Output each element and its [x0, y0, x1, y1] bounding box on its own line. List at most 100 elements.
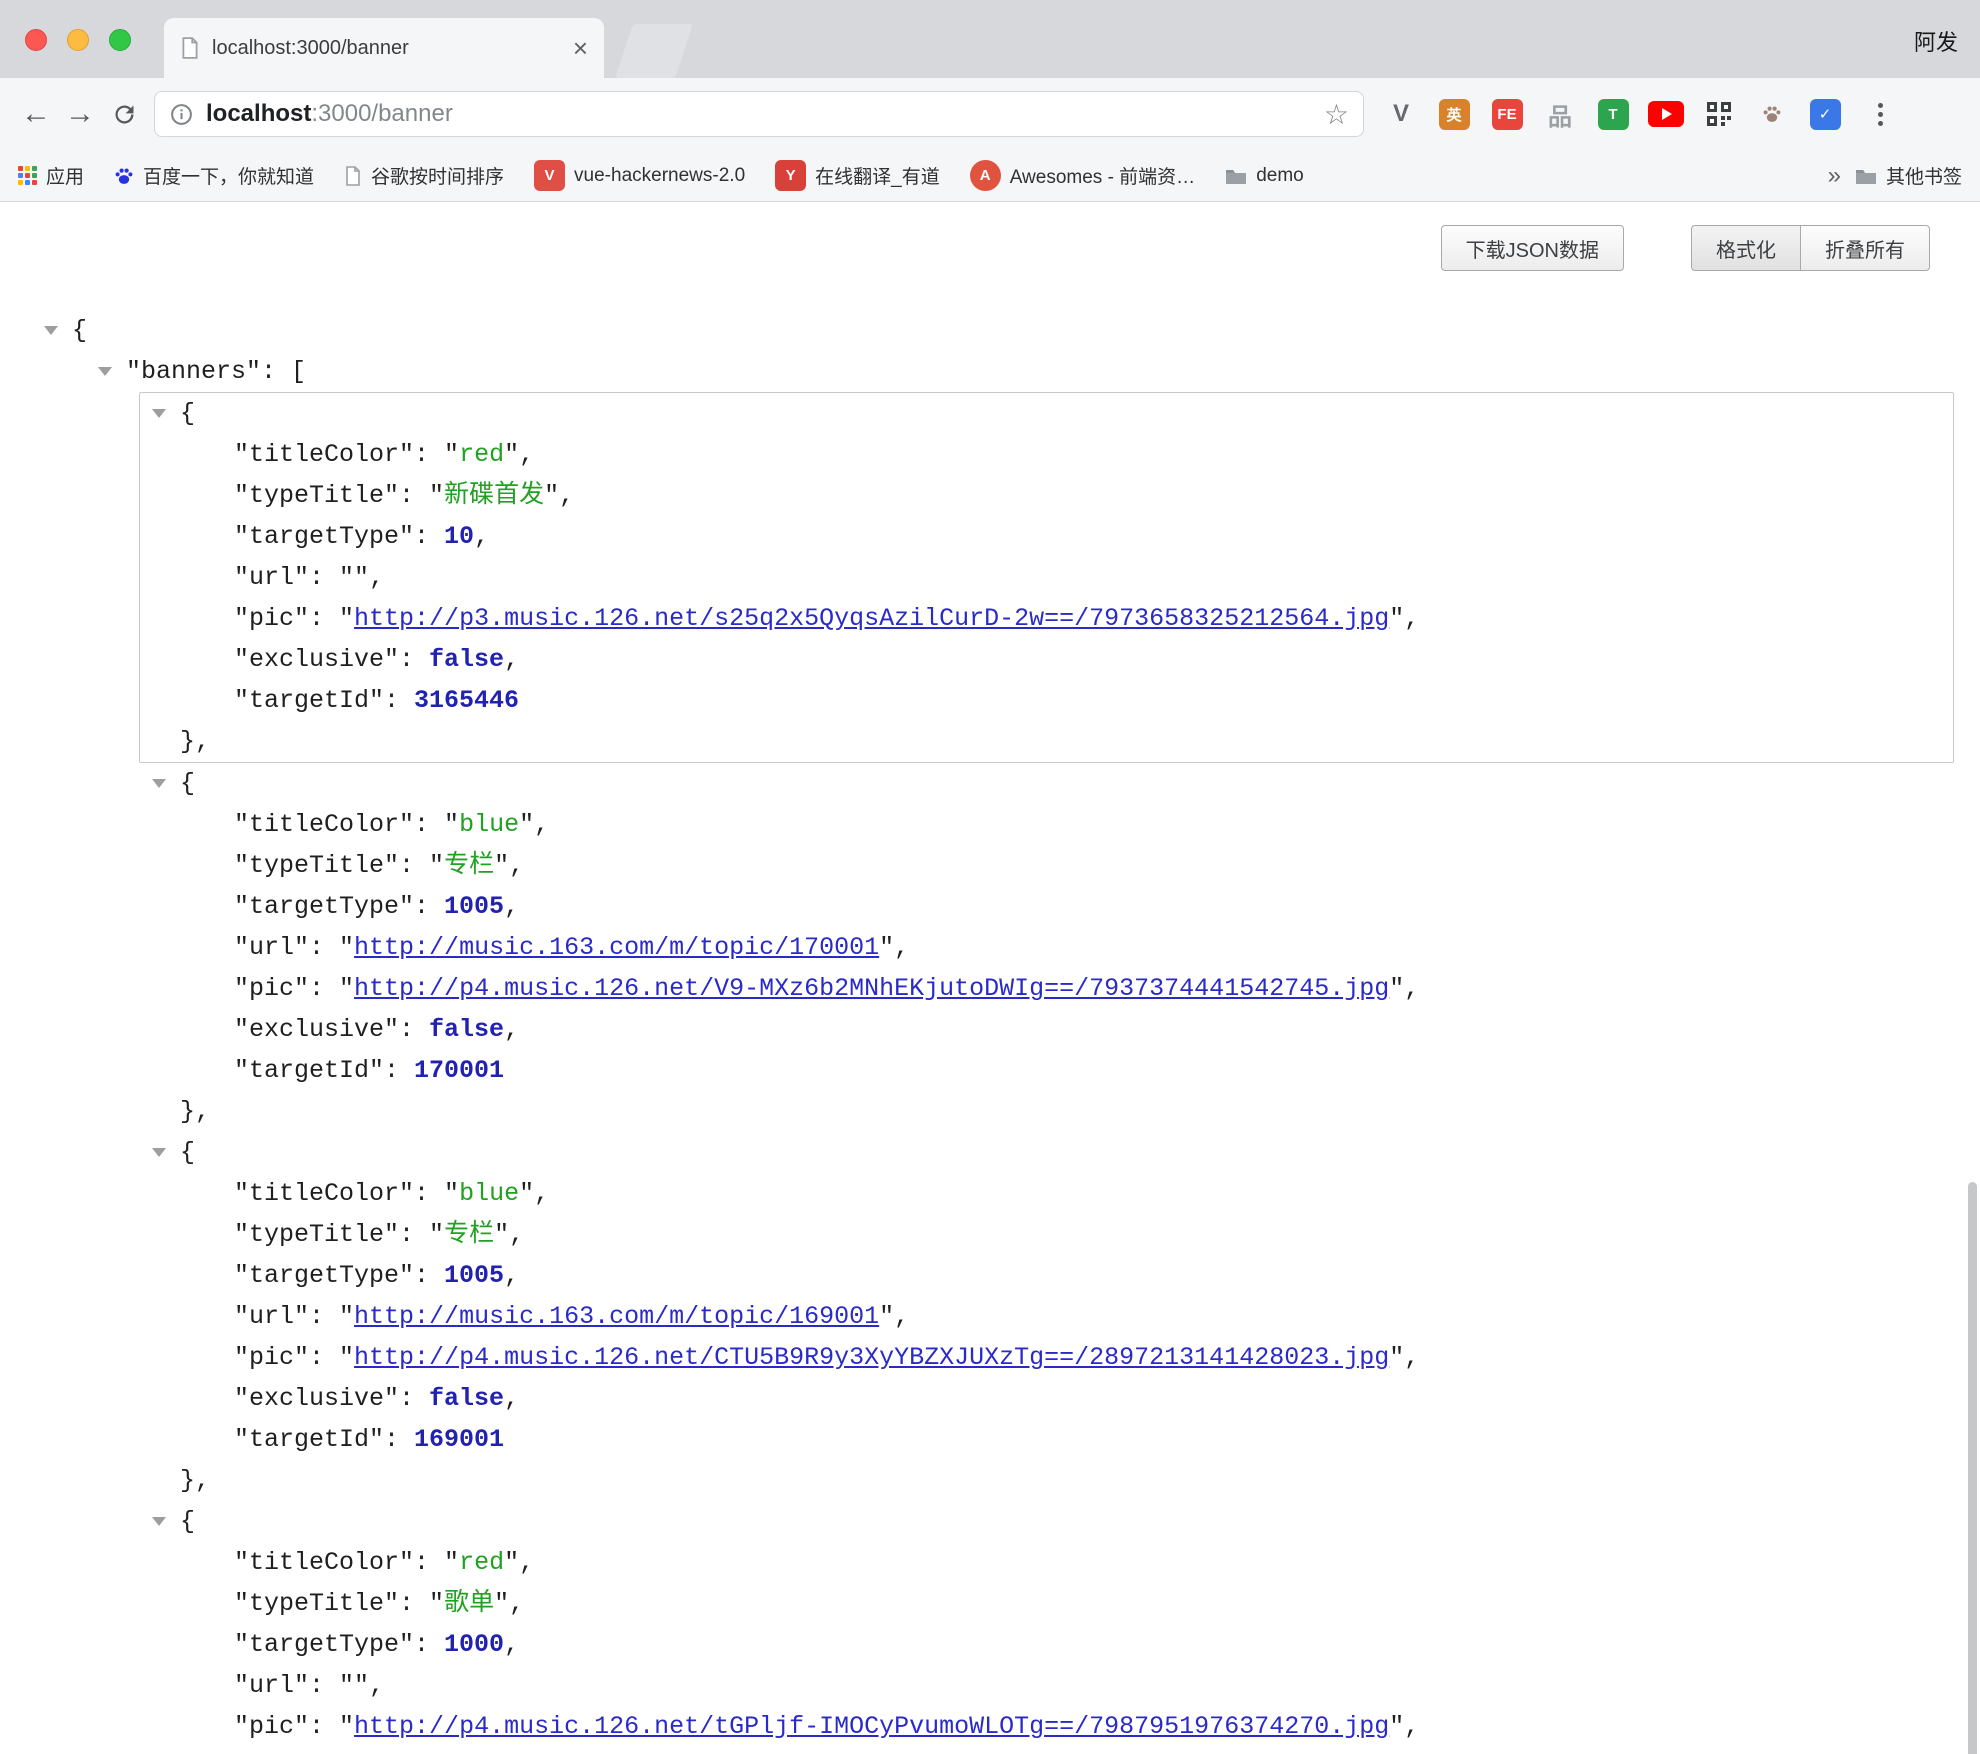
json-url-link[interactable]: http://music.163.com/m/topic/170001	[354, 933, 879, 962]
json-line: "titleColor": "blue",	[0, 804, 1980, 845]
colon: :	[414, 892, 444, 921]
window-controls	[25, 29, 131, 51]
comma: ,	[474, 522, 489, 551]
json-key: "targetType"	[234, 892, 414, 921]
bookmark-star-icon[interactable]: ☆	[1324, 98, 1349, 131]
close-window-button[interactable]	[25, 29, 47, 51]
collapse-toggle-icon[interactable]	[98, 367, 112, 376]
comma: ,	[504, 645, 519, 674]
download-json-button[interactable]: 下载JSON数据	[1441, 225, 1624, 271]
colon: :	[384, 1056, 414, 1085]
comma: ,	[559, 481, 574, 510]
back-button[interactable]: ←	[14, 92, 58, 136]
shield-icon[interactable]: ✓	[1806, 95, 1844, 133]
format-button[interactable]: 格式化	[1691, 225, 1800, 271]
collapse-toggle-icon[interactable]	[152, 779, 166, 788]
json-key: "typeTitle"	[234, 1220, 399, 1249]
json-key: "targetType"	[234, 1630, 414, 1659]
address-bar[interactable]: localhost:3000/banner ☆	[154, 91, 1364, 137]
youtube-icon[interactable]	[1647, 95, 1685, 133]
json-url-link[interactable]: http://p4.music.126.net/V9-MXz6b2MNhEKju…	[354, 974, 1389, 1003]
json-url-link[interactable]: http://p4.music.126.net/CTU5B9R9y3XyYBZX…	[354, 1343, 1389, 1372]
paw-extension-icon[interactable]	[1753, 95, 1791, 133]
json-key: "banners"	[126, 357, 261, 386]
json-string-value: 专栏	[444, 1220, 494, 1249]
colon: :	[309, 1343, 339, 1372]
colon: :	[309, 1302, 339, 1331]
bookmark-label: Awesomes - 前端资…	[1010, 162, 1195, 189]
json-key: "url"	[234, 563, 309, 592]
json-line: "pic": "http://p3.music.126.net/s25q2x5Q…	[140, 598, 1953, 639]
collapse-toggle-icon[interactable]	[152, 409, 166, 418]
browser-menu-icon[interactable]	[1860, 103, 1900, 126]
vimium-icon[interactable]: V	[1382, 95, 1420, 133]
json-line: "pic": "http://p4.music.126.net/tGPljf-I…	[0, 1706, 1980, 1747]
other-bookmarks-folder[interactable]: 其他书签	[1855, 162, 1962, 189]
quote-mark: "	[444, 1179, 459, 1208]
json-url-link[interactable]: http://p3.music.126.net/s25q2x5QyqsAzilC…	[354, 604, 1389, 633]
quote-mark: "	[494, 851, 509, 880]
close-tab-icon[interactable]: ×	[573, 33, 588, 64]
comma: ,	[504, 1630, 519, 1659]
colon: :	[399, 851, 429, 880]
quote-mark: "	[444, 810, 459, 839]
collapse-toggle-icon[interactable]	[44, 326, 58, 335]
collapse-toggle-icon[interactable]	[152, 1517, 166, 1526]
translate-icon[interactable]: 英	[1435, 95, 1473, 133]
qrcode-icon[interactable]	[1700, 95, 1738, 133]
minimize-window-button[interactable]	[67, 29, 89, 51]
json-line: "targetType": 1005,	[0, 1255, 1980, 1296]
scrollbar[interactable]	[1968, 1182, 1977, 1754]
json-url-link[interactable]: http://music.163.com/m/topic/169001	[354, 1302, 879, 1331]
quote-mark: "	[429, 1589, 444, 1618]
fe-icon[interactable]: FE	[1488, 95, 1526, 133]
fullscreen-window-button[interactable]	[109, 29, 131, 51]
url-text: localhost:3000/banner	[206, 100, 1324, 128]
json-line: "titleColor": "red",	[140, 434, 1953, 475]
json-line: "targetId": 169001	[0, 1419, 1980, 1460]
org-chart-icon[interactable]: 品	[1541, 95, 1579, 133]
json-key: "typeTitle"	[234, 851, 399, 880]
json-key: "typeTitle"	[234, 481, 399, 510]
json-line: "exclusive": false,	[0, 1378, 1980, 1419]
quote-mark: "	[879, 933, 894, 962]
close-brace: },	[180, 727, 210, 756]
comma: ,	[509, 851, 524, 880]
profile-name: 阿发	[1914, 25, 1958, 57]
comma: ,	[1404, 1712, 1419, 1741]
browser-tab[interactable]: localhost:3000/banner ×	[164, 18, 604, 78]
reload-button[interactable]	[102, 92, 146, 136]
bookmark-item[interactable]: 百度一下，你就知道	[114, 162, 314, 189]
quote-mark: "	[339, 974, 354, 1003]
colon: :	[384, 686, 414, 715]
collapse-toggle-icon[interactable]	[152, 1148, 166, 1157]
bookmark-item[interactable]: Vvue-hackernews-2.0	[534, 160, 745, 191]
bookmarks-overflow-chevron[interactable]: »	[1814, 162, 1855, 190]
json-number-value: 3165446	[414, 686, 519, 715]
tampermonkey-icon[interactable]: T	[1594, 95, 1632, 133]
bookmark-item[interactable]: 应用	[18, 162, 84, 189]
bookmark-item[interactable]: demo	[1225, 165, 1304, 187]
forward-button[interactable]: →	[58, 92, 102, 136]
bookmark-item[interactable]: AAwesomes - 前端资…	[970, 160, 1195, 191]
json-key: "pic"	[234, 1343, 309, 1372]
comma: ,	[509, 1589, 524, 1618]
page-icon	[344, 166, 362, 186]
bookmark-label: 在线翻译_有道	[815, 162, 940, 189]
bookmark-item[interactable]: Y在线翻译_有道	[775, 160, 940, 191]
quote-mark: "	[429, 851, 444, 880]
json-line: "banners": [	[0, 351, 1980, 392]
colon: :	[309, 1712, 339, 1741]
bookmark-item[interactable]: 谷歌按时间排序	[344, 162, 504, 189]
page-info-icon[interactable]	[169, 102, 194, 127]
json-line: {	[140, 393, 1953, 434]
json-boolean-value: false	[429, 1384, 504, 1413]
json-url-link[interactable]: http://p4.music.126.net/tGPljf-IMOCyPvum…	[354, 1712, 1389, 1741]
folder-icon	[1855, 167, 1877, 185]
json-line: "exclusive": false	[0, 1747, 1980, 1754]
collapse-all-button[interactable]: 折叠所有	[1800, 225, 1930, 271]
open-brace: {	[180, 1138, 195, 1167]
bookmark-label: 应用	[46, 162, 84, 189]
json-number-value: 170001	[414, 1056, 504, 1085]
new-tab-button[interactable]	[615, 24, 693, 78]
